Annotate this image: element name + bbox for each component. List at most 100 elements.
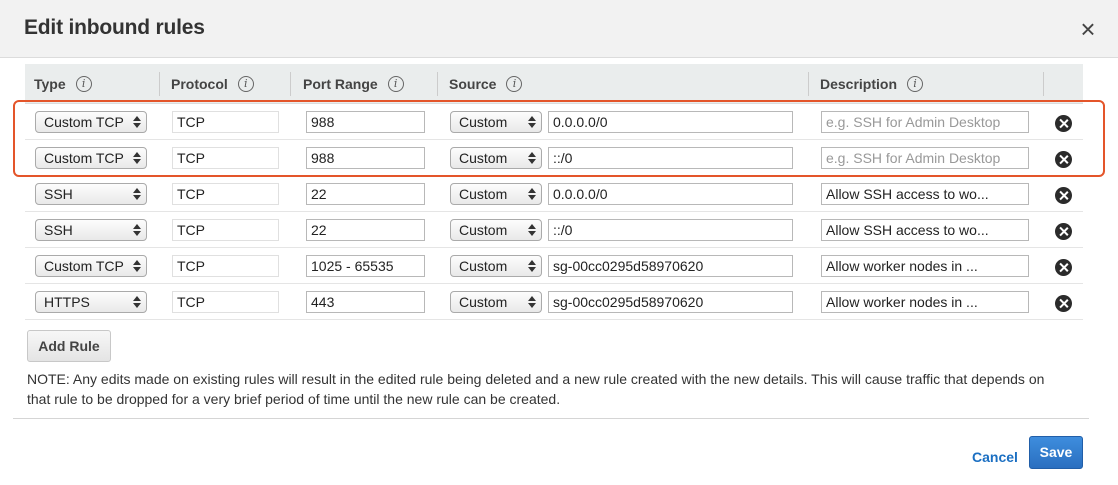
source-type-select-value: Custom <box>459 114 508 130</box>
table-row: Custom TCP Rule TCP 988 Custom 0.0.0.0/0… <box>25 104 1083 140</box>
header-source-label: Source <box>449 76 497 92</box>
port-range-input[interactable]: 1025 - 65535 <box>306 255 425 277</box>
select-arrow-icon <box>528 295 536 309</box>
info-icon[interactable]: i <box>237 76 254 92</box>
protocol-field: TCP <box>172 183 279 205</box>
source-type-select[interactable]: Custom <box>450 291 542 313</box>
port-range-input[interactable]: 988 <box>306 111 425 133</box>
port-range-input[interactable]: 22 <box>306 183 425 205</box>
column-divider <box>159 72 160 96</box>
select-arrow-icon <box>133 187 141 201</box>
table-row: Custom TCP Rule TCP 1025 - 65535 Custom … <box>25 248 1083 284</box>
table-row: SSH TCP 22 Custom ::/0 Allow SSH access … <box>25 212 1083 248</box>
source-input[interactable]: sg-00cc0295d58970620 <box>548 291 793 313</box>
description-input[interactable]: e.g. SSH for Admin Desktop <box>821 147 1029 169</box>
select-arrow-icon <box>133 151 141 165</box>
table-row: Custom TCP Rule TCP 988 Custom ::/0 e.g.… <box>25 140 1083 176</box>
column-divider <box>1043 72 1044 96</box>
delete-rule-icon[interactable] <box>1055 295 1072 312</box>
description-input[interactable]: e.g. SSH for Admin Desktop <box>821 111 1029 133</box>
info-icon[interactable]: i <box>387 76 404 92</box>
type-select[interactable]: HTTPS <box>35 291 147 313</box>
source-type-select[interactable]: Custom <box>450 219 542 241</box>
column-divider <box>808 72 809 96</box>
protocol-field: TCP <box>172 147 279 169</box>
column-divider <box>290 72 291 96</box>
note-text: NOTE: Any edits made on existing rules w… <box>27 371 1045 407</box>
delete-rule-icon[interactable] <box>1055 187 1072 204</box>
footer-divider <box>13 418 1089 419</box>
type-select-value: SSH <box>44 186 73 202</box>
select-arrow-icon <box>528 223 536 237</box>
source-input[interactable]: ::/0 <box>548 219 793 241</box>
table-row: HTTPS TCP 443 Custom sg-00cc0295d5897062… <box>25 284 1083 320</box>
source-type-select[interactable]: Custom <box>450 183 542 205</box>
protocol-field: TCP <box>172 255 279 277</box>
info-icon[interactable]: i <box>506 76 523 92</box>
source-type-select-value: Custom <box>459 150 508 166</box>
dialog-header: Edit inbound rules × <box>0 0 1118 58</box>
cancel-button[interactable]: Cancel <box>972 449 1018 465</box>
source-type-select-value: Custom <box>459 258 508 274</box>
port-range-input[interactable]: 22 <box>306 219 425 241</box>
source-type-select-value: Custom <box>459 186 508 202</box>
description-input[interactable]: Allow SSH access to wo... <box>821 183 1029 205</box>
source-type-select[interactable]: Custom <box>450 147 542 169</box>
select-arrow-icon <box>528 259 536 273</box>
protocol-field: TCP <box>172 111 279 133</box>
select-arrow-icon <box>133 115 141 129</box>
type-select-value: Custom TCP Rule <box>44 258 128 274</box>
source-input[interactable]: sg-00cc0295d58970620 <box>548 255 793 277</box>
select-arrow-icon <box>133 295 141 309</box>
type-select-value: Custom TCP Rule <box>44 114 128 130</box>
port-range-input[interactable]: 988 <box>306 147 425 169</box>
type-select[interactable]: SSH <box>35 183 147 205</box>
description-input[interactable]: Allow worker nodes in ... <box>821 291 1029 313</box>
header-type-label: Type <box>34 76 66 92</box>
delete-rule-icon[interactable] <box>1055 115 1072 132</box>
info-icon[interactable]: i <box>75 76 92 92</box>
type-select[interactable]: SSH <box>35 219 147 241</box>
header-protocol: Protocol i <box>171 64 254 104</box>
table-row: SSH TCP 22 Custom 0.0.0.0/0 Allow SSH ac… <box>25 176 1083 212</box>
source-type-select-value: Custom <box>459 222 508 238</box>
header-description: Description i <box>820 64 924 104</box>
type-select-value: SSH <box>44 222 73 238</box>
header-port-range-label: Port Range <box>303 76 378 92</box>
source-input[interactable]: 0.0.0.0/0 <box>548 183 793 205</box>
rules-table: Type i Protocol i Port Range i Source i … <box>25 64 1083 320</box>
header-protocol-label: Protocol <box>171 76 228 92</box>
add-rule-button[interactable]: Add Rule <box>27 330 111 362</box>
delete-rule-icon[interactable] <box>1055 223 1072 240</box>
description-input[interactable]: Allow worker nodes in ... <box>821 255 1029 277</box>
delete-rule-icon[interactable] <box>1055 259 1072 276</box>
source-type-select[interactable]: Custom <box>450 111 542 133</box>
header-description-label: Description <box>820 76 898 92</box>
source-type-select-value: Custom <box>459 294 508 310</box>
select-arrow-icon <box>528 115 536 129</box>
description-input[interactable]: Allow SSH access to wo... <box>821 219 1029 241</box>
select-arrow-icon <box>528 187 536 201</box>
save-button[interactable]: Save <box>1029 436 1083 469</box>
port-range-input[interactable]: 443 <box>306 291 425 313</box>
type-select-value: HTTPS <box>44 294 90 310</box>
protocol-field: TCP <box>172 219 279 241</box>
select-arrow-icon <box>528 151 536 165</box>
delete-rule-icon[interactable] <box>1055 151 1072 168</box>
info-icon[interactable]: i <box>907 76 924 92</box>
type-select[interactable]: Custom TCP Rule <box>35 147 147 169</box>
type-select[interactable]: Custom TCP Rule <box>35 255 147 277</box>
header-source: Source i <box>449 64 523 104</box>
protocol-field: TCP <box>172 291 279 313</box>
source-input[interactable]: 0.0.0.0/0 <box>548 111 793 133</box>
column-divider <box>437 72 438 96</box>
close-icon[interactable]: × <box>1074 16 1102 44</box>
type-select[interactable]: Custom TCP Rule <box>35 111 147 133</box>
table-header: Type i Protocol i Port Range i Source i … <box>25 64 1083 104</box>
select-arrow-icon <box>133 223 141 237</box>
header-type: Type i <box>34 64 92 104</box>
source-input[interactable]: ::/0 <box>548 147 793 169</box>
type-select-value: Custom TCP Rule <box>44 150 128 166</box>
source-type-select[interactable]: Custom <box>450 255 542 277</box>
header-port-range: Port Range i <box>303 64 404 104</box>
